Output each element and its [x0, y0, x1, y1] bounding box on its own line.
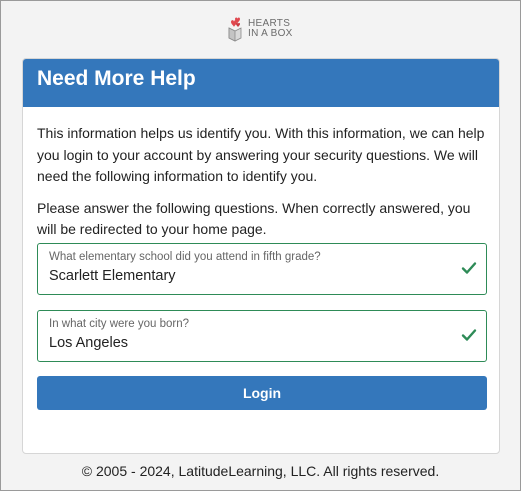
brand-logo: HEARTS IN A BOX — [225, 16, 293, 42]
check-icon — [461, 261, 477, 274]
instructions-paragraph: Please answer the following questions. W… — [37, 199, 471, 238]
login-button[interactable]: Login — [37, 375, 487, 410]
security-question-2-label: In what city were you born? — [49, 317, 189, 330]
hearts-in-a-box-logo-icon — [228, 17, 242, 42]
security-answer-2-input[interactable] — [49, 333, 444, 352]
page-title: Need More Help — [23, 59, 499, 107]
security-answer-1-input[interactable] — [49, 266, 444, 285]
help-card: Need More Help This information helps us… — [22, 58, 500, 454]
check-icon — [461, 328, 477, 341]
brand-name: HEARTS IN A BOX — [248, 19, 293, 39]
security-question-1-label: What elementary school did you attend in… — [49, 250, 321, 263]
security-question-1-field[interactable]: What elementary school did you attend in… — [37, 242, 487, 295]
intro-paragraph: This information helps us identify you. … — [37, 125, 485, 184]
security-question-2-field[interactable]: In what city were you born? — [37, 309, 487, 362]
card-body: This information helps us identify you. … — [23, 107, 499, 410]
footer-copyright: © 2005 - 2024, LatitudeLearning, LLC. Al… — [81, 463, 440, 479]
brand-line-2: IN A BOX — [248, 28, 293, 39]
